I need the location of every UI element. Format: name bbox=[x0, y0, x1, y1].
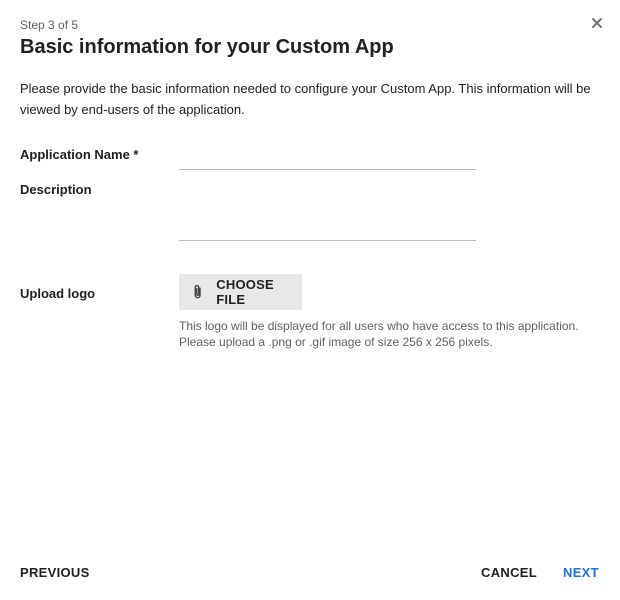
step-indicator: Step 3 of 5 bbox=[20, 18, 79, 32]
description-input[interactable] bbox=[179, 182, 476, 238]
previous-button[interactable]: PREVIOUS bbox=[20, 565, 90, 580]
upload-logo-help-line1: This logo will be displayed for all user… bbox=[179, 319, 579, 333]
application-name-input[interactable] bbox=[179, 148, 476, 168]
intro-text: Please provide the basic information nee… bbox=[20, 81, 591, 117]
close-icon[interactable] bbox=[588, 14, 606, 32]
custom-app-dialog: Step 3 of 5 Basic information for your C… bbox=[0, 0, 620, 600]
next-button[interactable]: NEXT bbox=[563, 565, 599, 580]
upload-logo-help-line2: Please upload a .png or .gif image of si… bbox=[179, 335, 493, 349]
application-name-label: Application Name * bbox=[20, 147, 139, 162]
upload-logo-help: This logo will be displayed for all user… bbox=[179, 318, 599, 350]
application-name-underline bbox=[179, 169, 476, 170]
upload-logo-label: Upload logo bbox=[20, 286, 96, 301]
choose-file-label: CHOOSE FILE bbox=[216, 277, 274, 307]
choose-file-button[interactable]: CHOOSE FILE bbox=[179, 274, 302, 310]
cancel-button[interactable]: CANCEL bbox=[481, 565, 537, 580]
description-label: Description bbox=[20, 182, 92, 197]
paperclip-icon bbox=[194, 284, 201, 299]
dialog-title: Basic information for your Custom App bbox=[20, 36, 394, 58]
description-underline bbox=[179, 240, 476, 241]
